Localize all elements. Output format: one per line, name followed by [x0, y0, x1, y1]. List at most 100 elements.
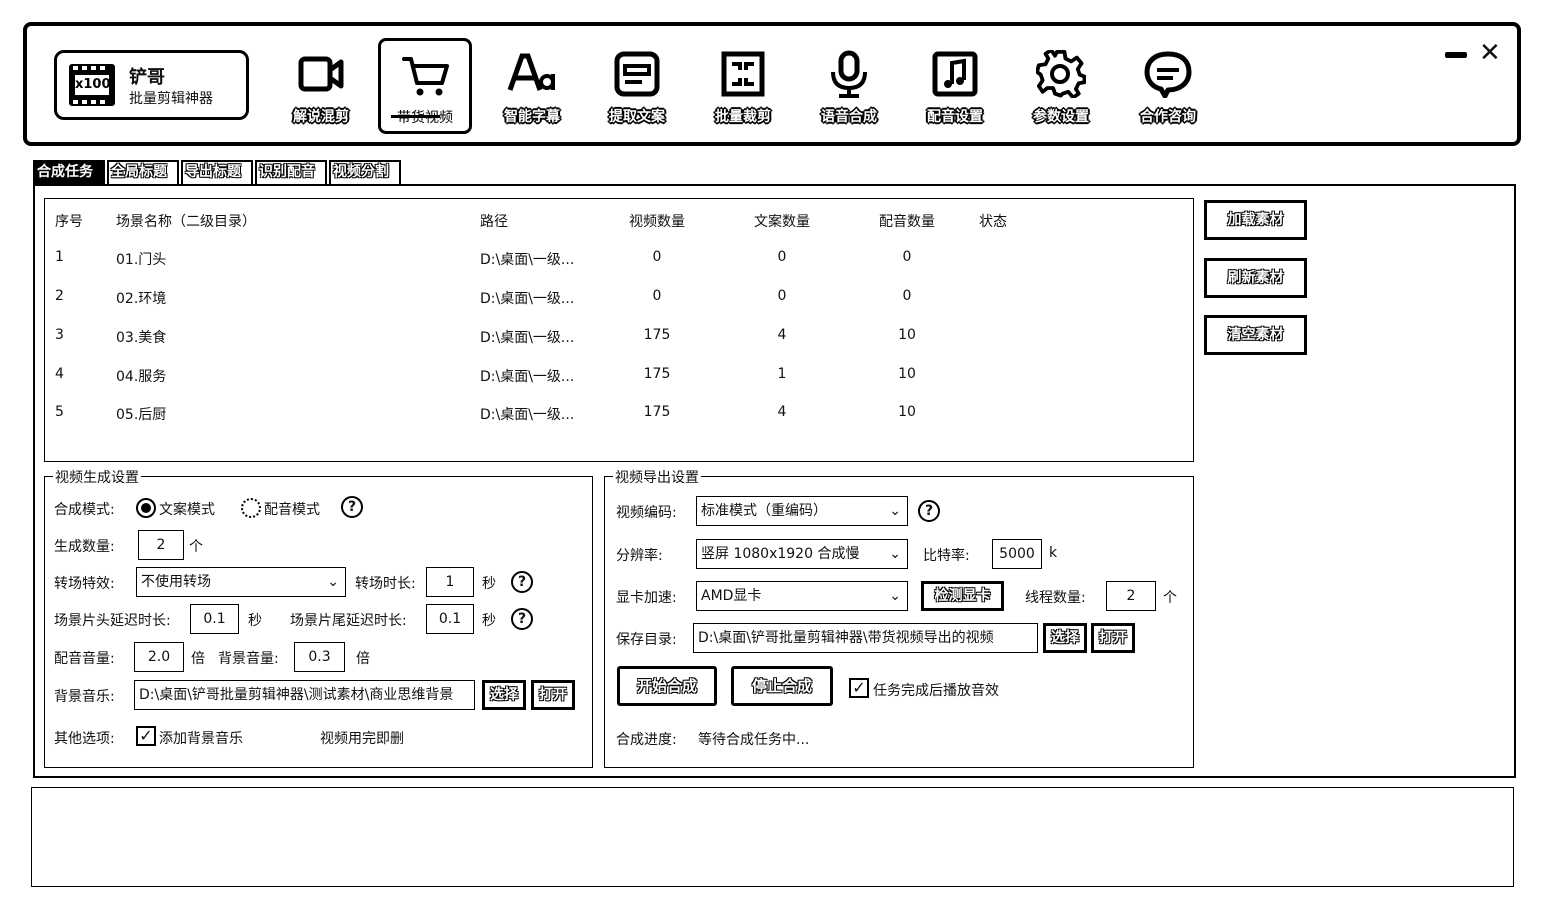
cell-path: D:\桌面\一级... — [480, 330, 575, 346]
threads-input[interactable]: 2 — [1106, 581, 1156, 611]
cell-video-count: 175 — [643, 404, 671, 420]
save-dir-input[interactable]: D:\桌面\铲哥批量剪辑神器\带货视频导出的视频 — [693, 623, 1038, 653]
nav-voice-synthesis[interactable]: 语音合成 — [803, 26, 895, 150]
tab-global-title[interactable]: 全局标题 — [107, 160, 179, 184]
cell-copy-count: 0 — [777, 249, 787, 265]
count-unit: 个 — [189, 539, 203, 555]
bg-volume-input[interactable]: 0.3 — [294, 642, 345, 672]
bitrate-input[interactable]: 5000 — [992, 539, 1042, 569]
head-delay-input[interactable]: 0.1 — [190, 604, 239, 634]
codec-value: 标准模式（重编码） — [701, 503, 827, 519]
head-delay-label: 场景片头延迟时长: — [54, 613, 171, 629]
cell-video-count: 0 — [652, 249, 662, 265]
table-row[interactable]: 3 03.美食 D:\桌面\一级... 175 4 10 — [45, 317, 1193, 353]
nav-parameter-settings[interactable]: 参数设置 — [1015, 26, 1107, 150]
help-icon[interactable]: ? — [511, 571, 533, 593]
synthesis-mode-label: 合成模式: — [54, 502, 115, 518]
start-synthesis-button[interactable]: 开始合成 — [617, 666, 717, 706]
column-header: 序号 — [55, 214, 83, 230]
cell-copy-count: 0 — [777, 288, 787, 304]
microphone-icon — [831, 50, 867, 98]
bg-volume-label: 背景音量: — [218, 651, 279, 667]
tail-delay-input[interactable]: 0.1 — [426, 604, 474, 634]
gpu-accel-select[interactable]: AMD显卡 ⌄ — [696, 581, 908, 611]
scene-table: 序号 场景名称（二级目录） 路径 视频数量 文案数量 配音数量 状态 1 01.… — [44, 198, 1194, 462]
tab-video-split[interactable]: 视频分割 — [329, 160, 401, 184]
app-name: 铲哥 — [129, 67, 165, 88]
save-dir-open-button[interactable]: 打开 — [1091, 623, 1135, 653]
cell-index: 3 — [55, 327, 64, 343]
nav-smart-subtitles[interactable]: 智能字幕 — [486, 26, 578, 150]
gear-icon — [1036, 50, 1086, 98]
table-row[interactable]: 1 01.门头 D:\桌面\一级... 0 0 0 — [45, 239, 1193, 275]
transition-duration-input[interactable]: 1 — [426, 567, 474, 597]
help-icon[interactable]: ? — [341, 496, 363, 518]
bgm-label: 背景音乐: — [54, 689, 115, 705]
column-header: 路径 — [480, 214, 508, 230]
table-row[interactable]: 4 04.服务 D:\桌面\一级... 175 1 10 — [45, 356, 1193, 392]
music-note-icon — [932, 51, 978, 97]
nav-label: 参数设置 — [1033, 109, 1089, 125]
nav-cooperation[interactable]: 合作咨询 — [1122, 26, 1214, 150]
other-options-label: 其他选项: — [54, 731, 115, 747]
minimize-button[interactable] — [1445, 52, 1467, 58]
cell-copy-count: 4 — [777, 327, 787, 343]
chevron-down-icon: ⌄ — [889, 546, 901, 562]
tab-synthesis-task[interactable]: 合成任务 — [33, 160, 105, 184]
refresh-material-button[interactable]: 刷新素材 — [1204, 258, 1307, 298]
nav-commentary-mix[interactable]: 解说混剪 — [275, 26, 367, 150]
help-icon[interactable]: ? — [918, 500, 940, 522]
tab-export-title[interactable]: 导出标题 — [181, 160, 253, 184]
copy-mode-radio[interactable] — [136, 498, 156, 518]
voice-mode-radio[interactable] — [241, 498, 261, 518]
delete-after-use-option[interactable]: 视频用完即删 — [320, 728, 404, 748]
cell-voice-count: 0 — [902, 288, 912, 304]
cell-scene: 02.环境 — [116, 291, 167, 307]
play-sound-checkbox[interactable]: ✓ — [849, 678, 869, 698]
table-row[interactable]: 2 02.环境 D:\桌面\一级... 0 0 0 — [45, 278, 1193, 314]
log-output-area[interactable] — [31, 787, 1514, 887]
synthesis-task-panel: 序号 场景名称（二级目录） 路径 视频数量 文案数量 配音数量 状态 1 01.… — [33, 184, 1516, 778]
voice-volume-label: 配音音量: — [54, 651, 115, 667]
table-row[interactable]: 5 05.后厨 D:\桌面\一级... 175 4 10 — [45, 394, 1193, 430]
nav-batch-crop[interactable]: 批量裁剪 — [697, 26, 789, 150]
app-logo: x100 铲哥 批量剪辑神器 — [54, 50, 249, 120]
cell-copy-count: 4 — [777, 404, 787, 420]
clear-material-button[interactable]: 清空素材 — [1204, 315, 1307, 355]
cell-voice-count: 10 — [898, 366, 916, 382]
nav-extract-copy[interactable]: 提取文案 — [591, 26, 683, 150]
codec-select[interactable]: 标准模式（重编码） ⌄ — [696, 496, 908, 526]
cell-video-count: 175 — [643, 366, 671, 382]
count-label: 生成数量: — [54, 539, 115, 555]
gpu-accel-value: AMD显卡 — [701, 588, 762, 604]
bgm-path-input[interactable]: D:\桌面\铲哥批量剪辑神器\测试素材\商业思维背景 — [134, 680, 475, 710]
bgm-choose-button[interactable]: 选择 — [482, 680, 526, 710]
tab-recognize-voice[interactable]: 识别配音 — [255, 160, 327, 184]
count-input[interactable]: 2 — [138, 530, 184, 560]
cell-index: 4 — [55, 366, 64, 382]
nav-voice-settings[interactable]: 配音设置 — [909, 26, 1001, 150]
load-material-button[interactable]: 加载素材 — [1204, 200, 1307, 240]
nav-label: 语音合成 — [821, 109, 877, 125]
document-icon — [614, 51, 660, 97]
chevron-down-icon: ⌄ — [889, 588, 901, 604]
resolution-select[interactable]: 竖屏 1080x1920 合成慢 ⌄ — [696, 539, 908, 569]
close-button[interactable]: ✕ — [1479, 40, 1501, 66]
transition-select[interactable]: 不使用转场 ⌄ — [136, 567, 346, 597]
add-bgm-checkbox[interactable]: ✓ — [136, 726, 156, 746]
save-dir-choose-button[interactable]: 选择 — [1043, 623, 1087, 653]
stop-synthesis-button[interactable]: 停止合成 — [731, 666, 833, 706]
help-icon[interactable]: ? — [511, 608, 533, 630]
bgm-open-button[interactable]: 打开 — [531, 680, 575, 710]
cell-path: D:\桌面\一级... — [480, 407, 575, 423]
times-unit: 倍 — [191, 651, 205, 667]
transition-duration-label: 转场时长: — [355, 576, 416, 592]
detect-gpu-button[interactable]: 检测显卡 — [921, 581, 1004, 611]
transition-value: 不使用转场 — [141, 574, 211, 590]
progress-label: 合成进度: — [616, 732, 677, 748]
voice-volume-input[interactable]: 2.0 — [134, 642, 184, 672]
column-header: 场景名称（二级目录） — [116, 214, 256, 230]
shopping-cart-icon — [402, 57, 449, 96]
nav-product-video[interactable]: 带货视频 — [378, 38, 472, 134]
nav-label: 批量裁剪 — [715, 109, 771, 125]
